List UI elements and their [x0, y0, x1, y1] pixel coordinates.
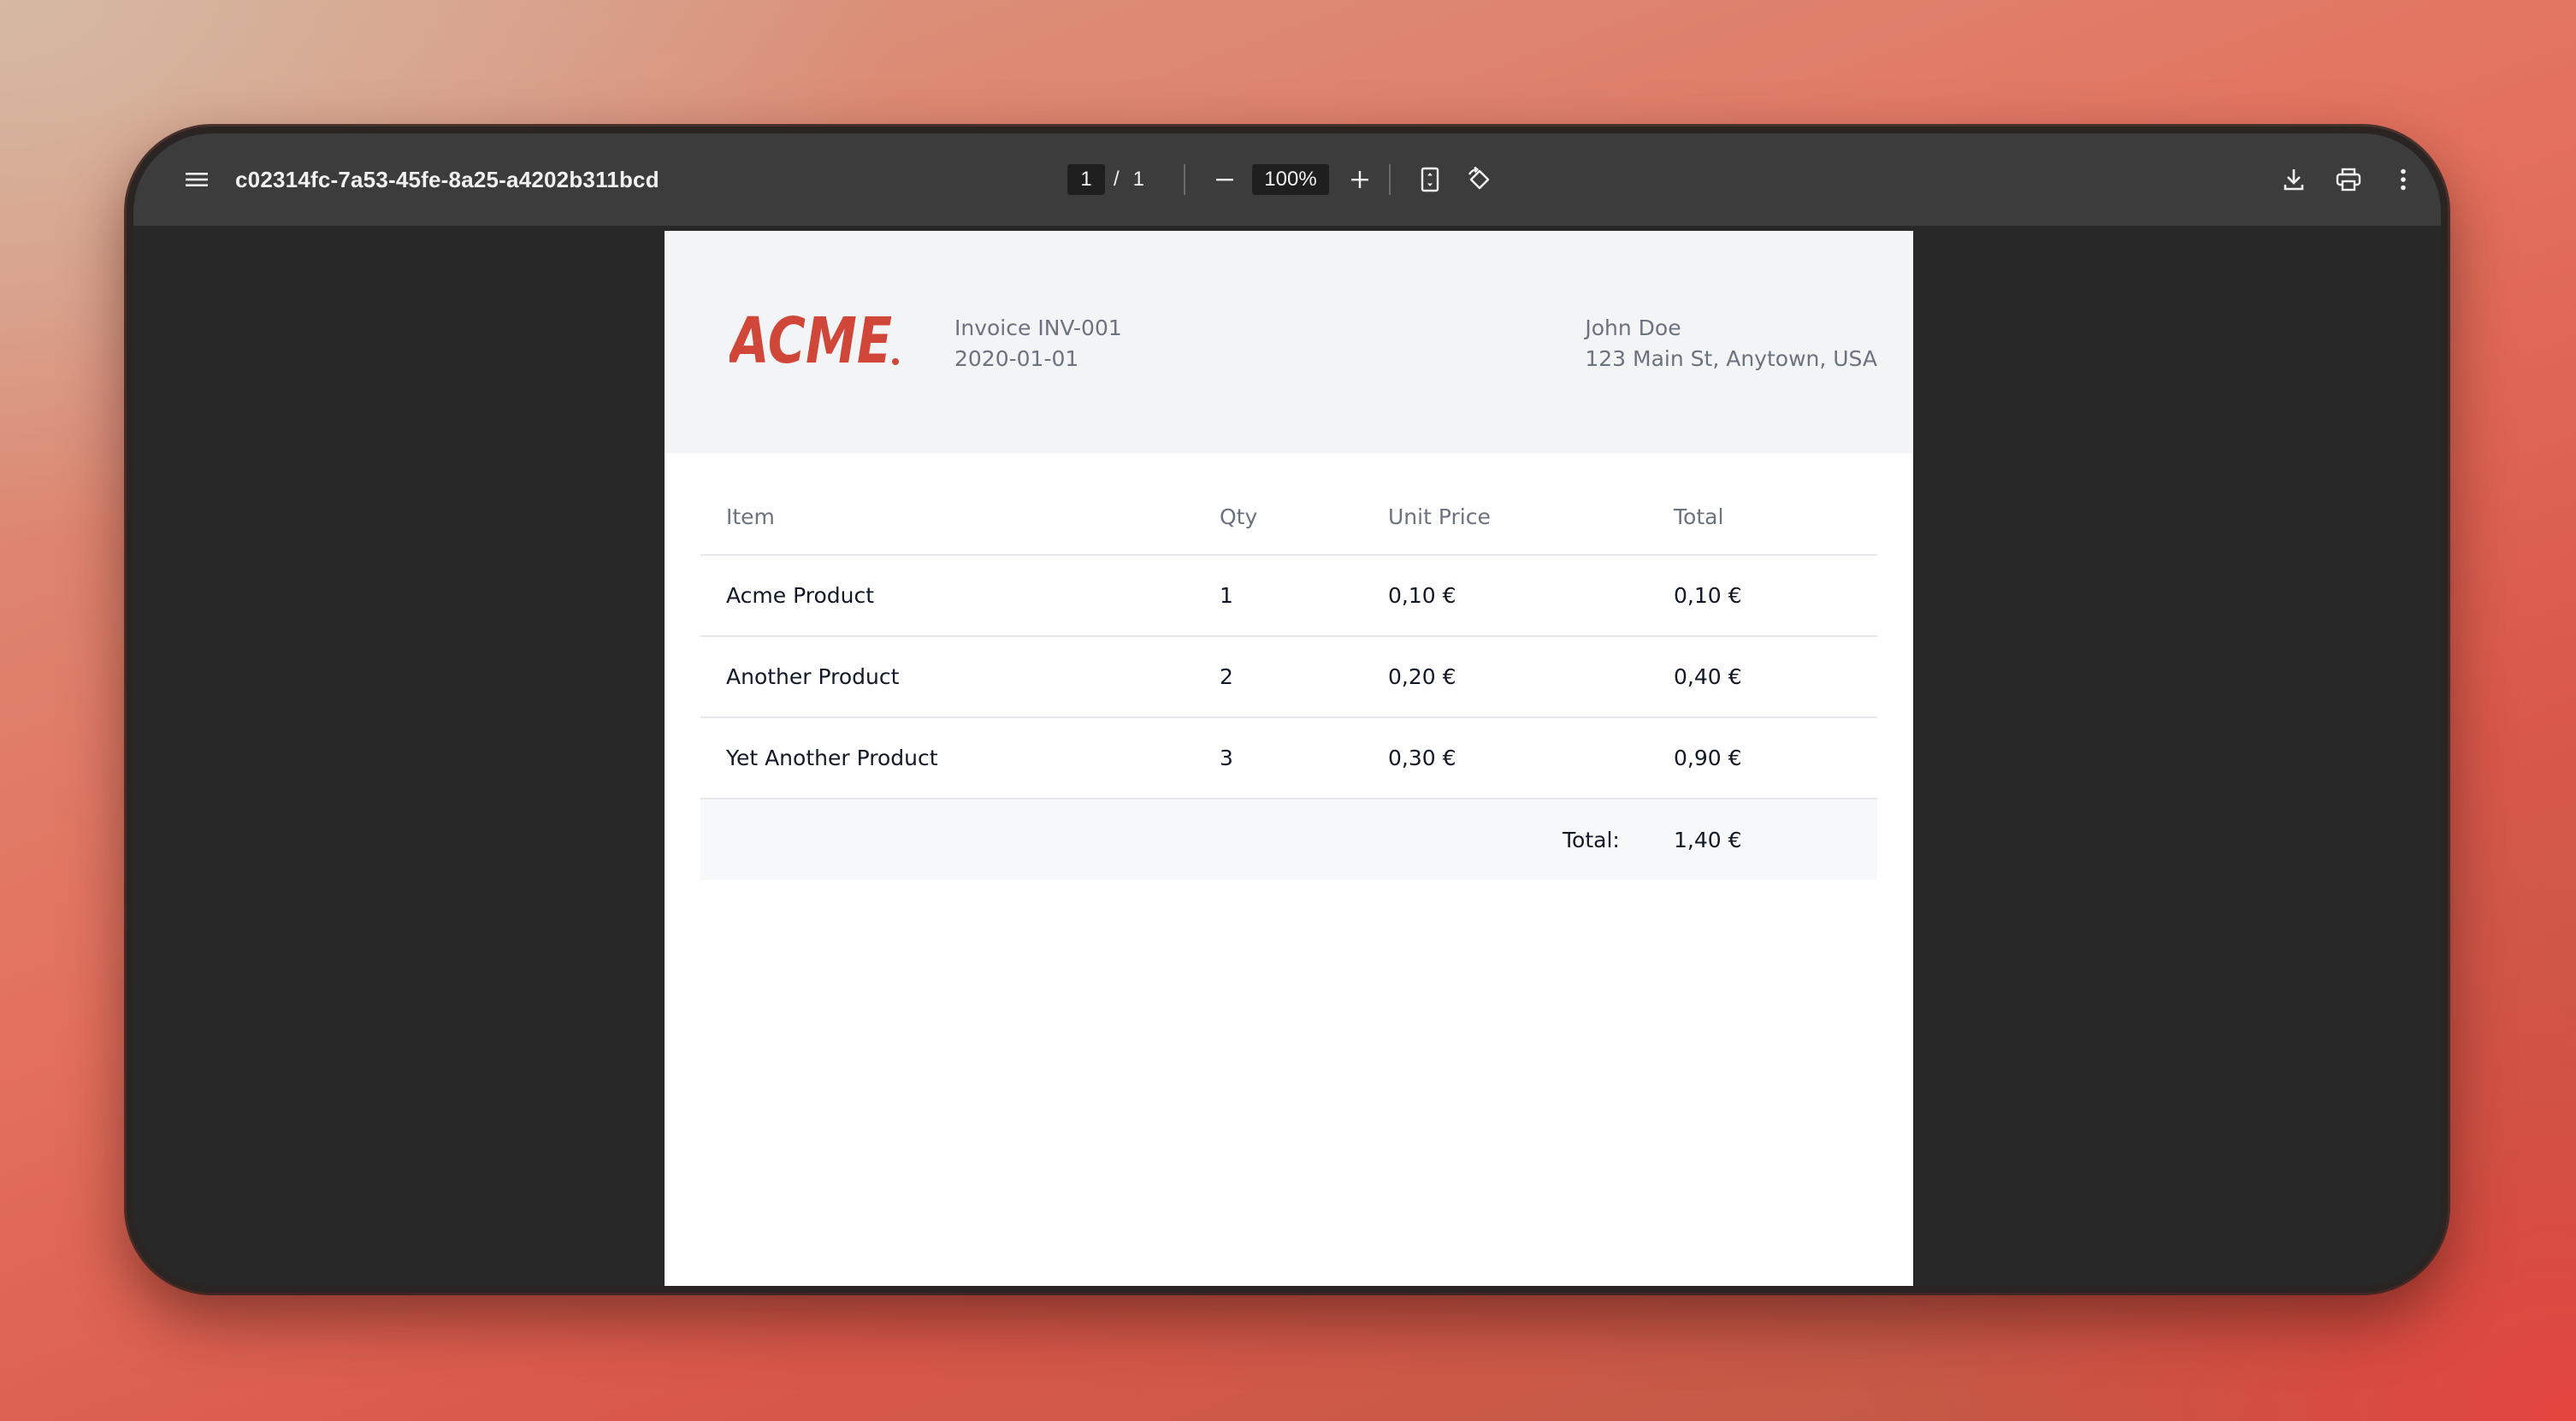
column-header-item: Item — [726, 504, 775, 529]
document-viewport[interactable]: ACME Invoice INV-001 2020-01-01 John Doe… — [133, 226, 2441, 1286]
page-separator: / — [1114, 168, 1120, 191]
customer-address: 123 Main St, Anytown, USA — [1585, 346, 1877, 371]
column-header-unit-price: Unit Price — [1388, 504, 1491, 529]
invoice-number: Invoice INV-001 — [954, 315, 1122, 340]
table-row: Yet Another Product 3 0,30 € 0,90 € — [700, 718, 1877, 799]
total-pages: 1 — [1132, 168, 1145, 191]
table-row: Acme Product 1 0,10 € 0,10 € — [700, 556, 1877, 637]
total-cell: 0,10 € — [1674, 583, 1742, 608]
customer-name: John Doe — [1585, 315, 1681, 340]
table-row: Another Product 2 0,20 € 0,40 € — [700, 637, 1877, 718]
unit-price-cell: 0,10 € — [1388, 583, 1456, 608]
more-vert-icon — [2401, 168, 2406, 191]
menu-icon — [186, 173, 208, 186]
zoom-in-button[interactable] — [1336, 156, 1384, 203]
download-icon — [2284, 169, 2304, 191]
screen: c02314fc-7a53-45fe-8a25-a4202b311bcd 1 /… — [133, 133, 2441, 1286]
print-icon — [2336, 168, 2361, 192]
fit-page-button[interactable] — [1406, 156, 1454, 203]
item-cell: Yet Another Product — [726, 746, 938, 770]
toolbar-divider — [1389, 164, 1391, 195]
invoice-info: Invoice INV-001 2020-01-01 — [954, 313, 1122, 374]
column-header-total: Total — [1674, 504, 1724, 529]
invoice-header: ACME Invoice INV-001 2020-01-01 John Doe… — [665, 231, 1913, 453]
unit-price-cell: 0,30 € — [1388, 746, 1456, 770]
svg-text:ACME: ACME — [730, 310, 892, 369]
customer-info: John Doe 123 Main St, Anytown, USA — [1585, 313, 1877, 374]
download-button[interactable] — [2270, 156, 2318, 203]
fit-page-icon — [1421, 167, 1439, 192]
total-cell: 0,40 € — [1674, 664, 1742, 689]
item-cell: Acme Product — [726, 583, 875, 608]
line-items-table: Item Qty Unit Price Total Acme Product 1… — [700, 504, 1877, 880]
zoom-out-button[interactable] — [1201, 156, 1249, 203]
acme-logo: ACME — [730, 310, 899, 369]
item-cell: Another Product — [726, 664, 900, 689]
zoom-level-input[interactable]: 100% — [1252, 164, 1329, 195]
page-number-input[interactable]: 1 — [1067, 164, 1105, 195]
document-title: c02314fc-7a53-45fe-8a25-a4202b311bcd — [235, 166, 659, 192]
invoice-date: 2020-01-01 — [954, 346, 1079, 371]
table-header-row: Item Qty Unit Price Total — [700, 504, 1877, 556]
unit-price-cell: 0,20 € — [1388, 664, 1456, 689]
menu-button[interactable] — [173, 156, 221, 203]
device-frame: c02314fc-7a53-45fe-8a25-a4202b311bcd 1 /… — [127, 127, 2448, 1293]
more-options-button[interactable] — [2379, 156, 2427, 203]
print-button[interactable] — [2325, 156, 2372, 203]
total-cell: 0,90 € — [1674, 746, 1742, 770]
minus-icon — [1216, 179, 1233, 181]
total-label: Total: — [1563, 827, 1620, 852]
table-total-row: Total: 1,40 € — [700, 799, 1877, 880]
qty-cell: 2 — [1220, 664, 1233, 689]
toolbar-divider — [1184, 164, 1185, 195]
rotate-button[interactable] — [1456, 156, 1504, 203]
grand-total: 1,40 € — [1674, 827, 1742, 852]
invoice-page: ACME Invoice INV-001 2020-01-01 John Doe… — [665, 231, 1913, 1286]
qty-cell: 3 — [1220, 746, 1233, 770]
column-header-qty: Qty — [1220, 504, 1258, 529]
menu-button-wrap — [173, 133, 221, 226]
plus-icon — [1351, 171, 1368, 188]
rotate-icon — [1468, 167, 1490, 190]
qty-cell: 1 — [1220, 583, 1233, 608]
pdf-toolbar: c02314fc-7a53-45fe-8a25-a4202b311bcd 1 /… — [133, 133, 2441, 226]
